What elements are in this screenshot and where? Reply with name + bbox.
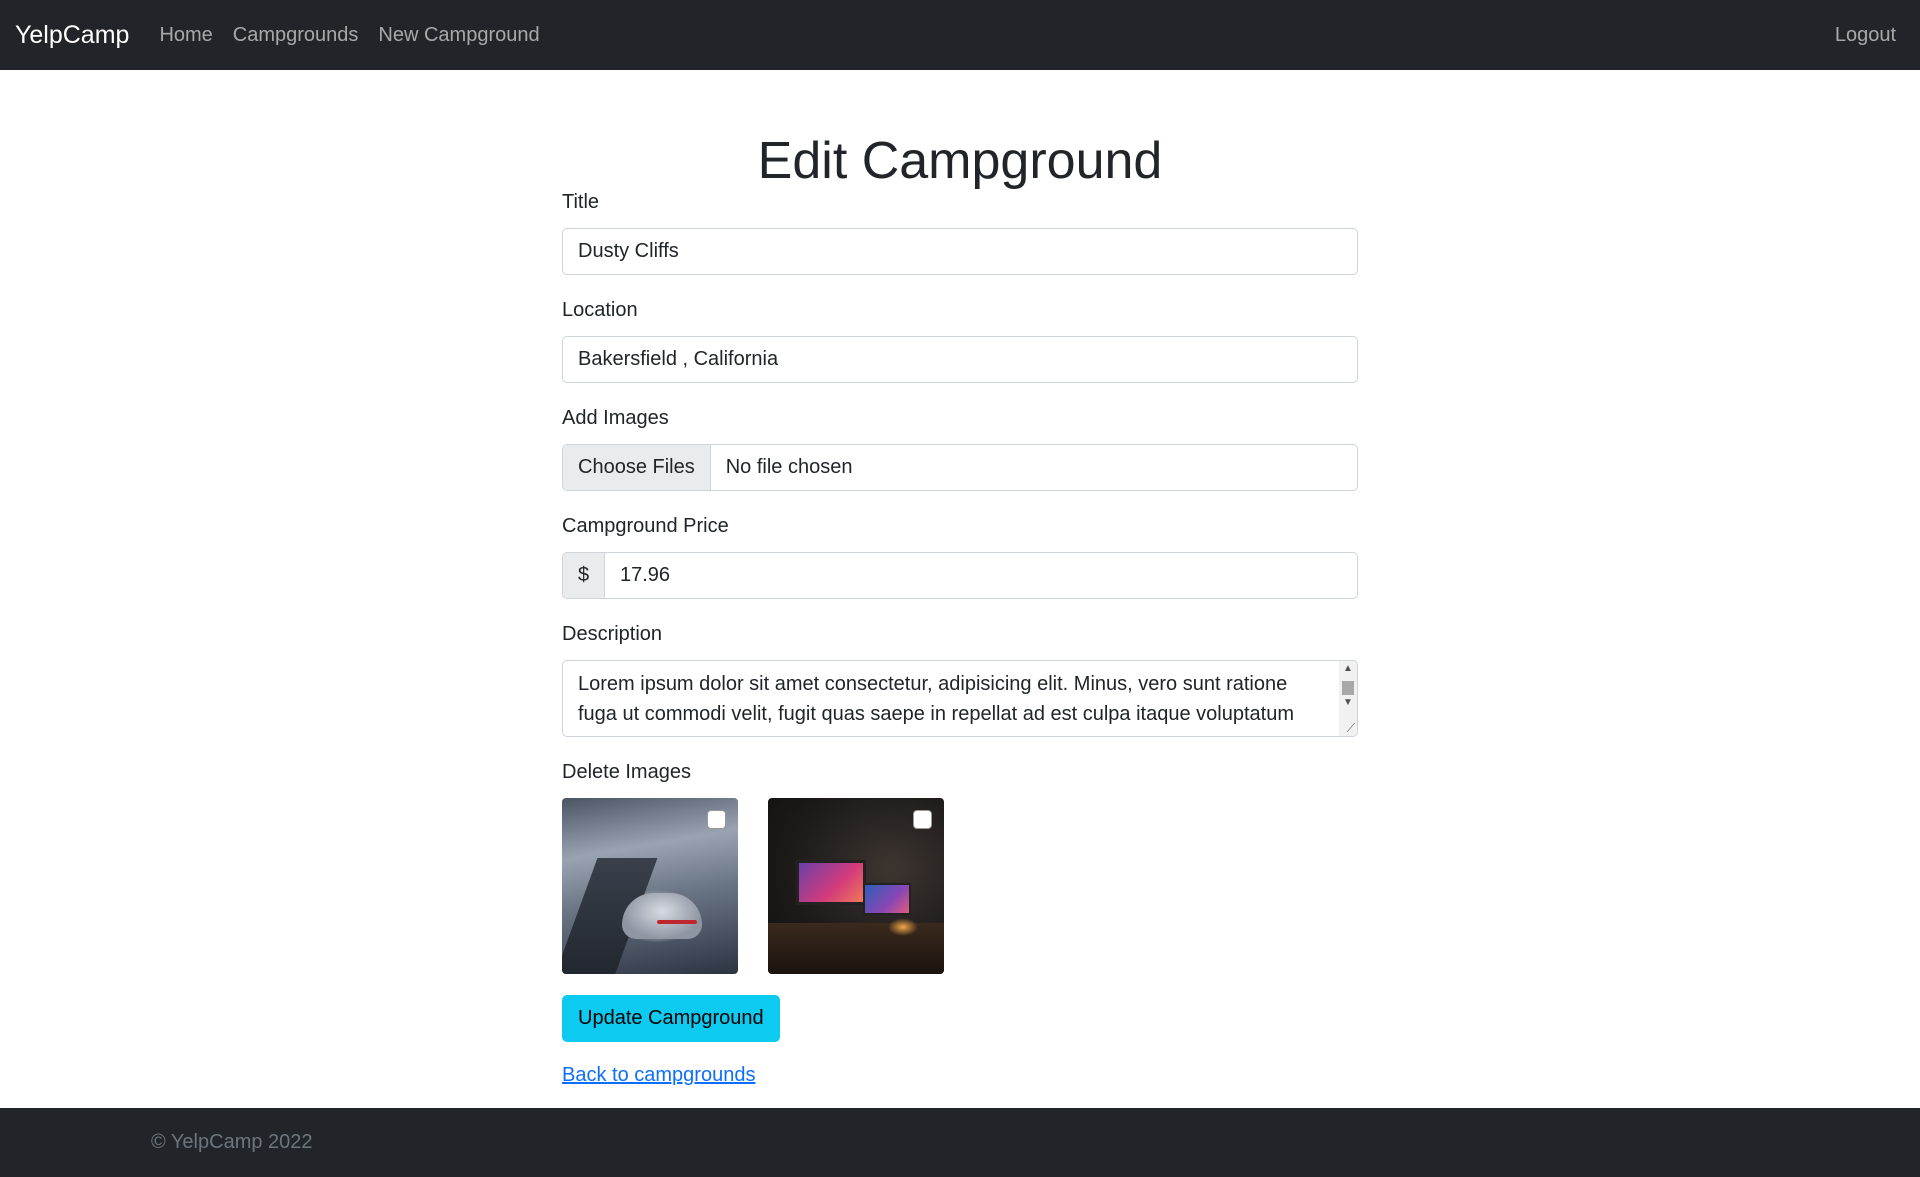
image-car-taillight — [657, 920, 697, 924]
delete-images-row — [562, 798, 1358, 974]
title-group: Title — [562, 190, 1358, 275]
title-input[interactable] — [562, 228, 1358, 275]
navbar: YelpCamp Home Campgrounds New Campground… — [0, 0, 1920, 70]
nav-link-campgrounds[interactable]: Campgrounds — [233, 24, 359, 47]
description-label: Description — [562, 623, 663, 645]
price-input-group: $ — [562, 552, 1358, 599]
edit-form: Edit Campground Title Location Add Image… — [562, 70, 1358, 1087]
campground-image — [768, 798, 944, 974]
resize-grip-icon[interactable]: ⟋ — [1347, 721, 1355, 736]
delete-images-label: Delete Images — [562, 761, 691, 783]
nav-link-home[interactable]: Home — [159, 24, 212, 47]
title-label: Title — [562, 191, 600, 213]
back-to-campgrounds-link[interactable]: Back to campgrounds — [562, 1064, 755, 1087]
description-textarea[interactable]: Lorem ipsum dolor sit amet consectetur, … — [562, 660, 1358, 737]
description-group: Description Lorem ipsum dolor sit amet c… — [562, 622, 1358, 737]
nav-link-logout[interactable]: Logout — [1835, 24, 1896, 47]
price-label: Campground Price — [562, 515, 729, 537]
nav-link-new-campground[interactable]: New Campground — [378, 24, 539, 47]
footer: © YelpCamp 2022 — [0, 1108, 1920, 1177]
image-lamp — [888, 918, 918, 936]
location-group: Location — [562, 298, 1358, 383]
image-car — [622, 893, 702, 939]
scroll-down-icon[interactable]: ▼ — [1343, 697, 1353, 708]
image-monitor — [796, 860, 866, 905]
price-input[interactable] — [604, 552, 1358, 599]
description-text: Lorem ipsum dolor sit amet consectetur, … — [578, 673, 1294, 725]
page-title: Edit Campground — [757, 132, 1163, 190]
delete-image-checkbox[interactable] — [913, 810, 932, 829]
dollar-addon: $ — [562, 552, 604, 599]
delete-image-checkbox[interactable] — [707, 810, 726, 829]
footer-copyright: © YelpCamp 2022 — [151, 1131, 313, 1153]
file-status: No file chosen — [725, 456, 853, 478]
price-group: Campground Price $ — [562, 514, 1358, 599]
update-campground-button[interactable]: Update Campground — [562, 995, 780, 1042]
choose-files-button[interactable]: Choose Files — [563, 445, 711, 490]
campground-image — [562, 798, 738, 974]
brand-link[interactable]: YelpCamp — [15, 21, 129, 50]
image-laptop — [863, 883, 911, 915]
add-images-label: Add Images — [562, 407, 669, 429]
file-input[interactable]: Choose Files No file chosen — [562, 444, 1358, 491]
location-label: Location — [562, 299, 638, 321]
scroll-thumb[interactable] — [1342, 681, 1354, 695]
location-input[interactable] — [562, 336, 1358, 383]
images-group: Add Images Choose Files No file chosen — [562, 406, 1358, 491]
scroll-up-icon[interactable]: ▲ — [1343, 663, 1353, 674]
